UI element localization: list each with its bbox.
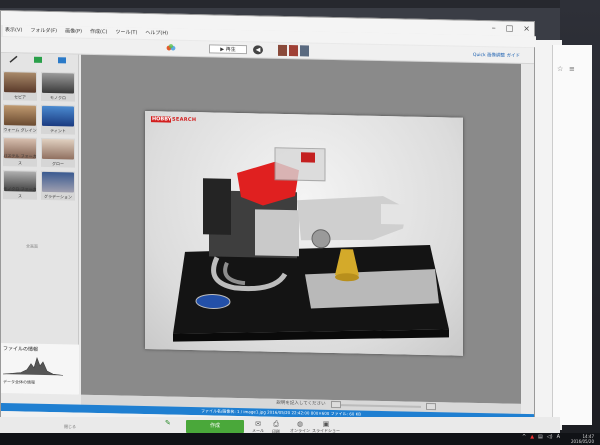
brand-mark: HOBBY (151, 116, 172, 123)
online-button[interactable]: ◍ オンライン (290, 420, 310, 434)
panel-sub-label: 全画面 (26, 243, 38, 249)
brush-icon[interactable] (9, 55, 19, 63)
menu-folder[interactable]: フォルダ(F) (30, 26, 57, 38)
histogram-chart (3, 356, 63, 376)
quick-adjust-guide-link[interactable]: Quick 画像調整 ガイド (473, 52, 520, 59)
filmstrip-thumb-1[interactable] (278, 44, 287, 57)
background-browser-window[interactable]: ☆ ≡ (552, 45, 592, 425)
play-label: 再生 (225, 46, 236, 53)
email-button[interactable]: ✉ メール (252, 420, 264, 434)
network-icon[interactable]: ▤ (538, 434, 543, 440)
filter-glow[interactable]: グロー (41, 137, 75, 168)
filter-label: グロー (52, 161, 64, 167)
menu-view[interactable]: 表示(V) (5, 25, 22, 36)
filter-pastel-focus[interactable]: パステル フォーカス (3, 137, 37, 167)
brand-logo: HOBBY SEARCH (151, 116, 196, 123)
close-icon[interactable]: × (523, 24, 530, 33)
filter-label: モノクロ (50, 95, 66, 101)
maximize-icon[interactable]: □ (506, 24, 514, 33)
text-tab-icon[interactable] (57, 56, 67, 64)
actual-size-button[interactable] (426, 402, 436, 411)
action-bar: 閉じる ✎ 作成 ✉ メール ⎙ 印刷 ◍ オンライン ▣ スライドショー (0, 417, 560, 434)
printer-icon: ⎙ (273, 420, 279, 428)
monitor-bezel (0, 0, 600, 8)
menu-image[interactable]: 画像(P) (65, 26, 82, 37)
fit-view-button[interactable] (331, 400, 341, 409)
globe-icon: ◍ (296, 420, 304, 428)
photo-app-window: – □ × 表示(V) フォルダ(F) 画像(P) 作成(C) ツール(T) ヘ… (0, 10, 536, 433)
back-arrow-icon[interactable]: ◀ (253, 45, 263, 55)
filter-sepia[interactable]: セピア (3, 71, 37, 101)
filter-thumbnail-grid: セピア モノクロ ウォーム グレイン ティント パステル フォーカス グロー モ… (3, 71, 75, 201)
ime-indicator[interactable]: A (557, 434, 560, 440)
windows-taskbar: ^ ▲ ▤ ◁) A 14:47 2016/05/20 (0, 433, 600, 445)
filter-label: グラデーション (44, 193, 72, 200)
favorites-list-icon[interactable]: ≡ (569, 65, 575, 73)
filmstrip-thumb-3[interactable] (300, 45, 309, 57)
color-wheel-icon[interactable] (166, 43, 176, 52)
file-info-note: データ全体の情報 (3, 379, 35, 385)
main-photo: HOBBY SEARCH (145, 111, 463, 356)
play-icon: ▶ (220, 46, 225, 53)
filter-label: ウォーム グレイン (3, 127, 37, 133)
filter-tint[interactable]: ティント (41, 104, 75, 135)
filter-mono-focus[interactable]: モノクロ フォーカス (3, 170, 37, 200)
minimize-icon[interactable]: – (492, 23, 496, 32)
favorite-star-icon[interactable]: ☆ (557, 65, 563, 73)
create-button[interactable]: 作成 (186, 420, 244, 433)
close-action[interactable]: 閉じる (64, 424, 76, 430)
filmstrip-thumb-2[interactable] (289, 45, 298, 57)
window-controls: – □ × (492, 23, 530, 33)
play-slideshow-button[interactable]: ▶ 再生 (209, 44, 247, 55)
filter-monochrome[interactable]: モノクロ (41, 71, 75, 102)
engine-model-illustration (173, 147, 449, 342)
envelope-icon: ✉ (255, 420, 261, 428)
slideshow-button[interactable]: ▣ スライドショー (312, 420, 340, 434)
filter-label: モノクロ フォーカス (3, 186, 37, 199)
clock-date: 2016/05/20 (570, 439, 594, 444)
filter-warm-grain[interactable]: ウォーム グレイン (3, 104, 37, 134)
menu-help[interactable]: ヘルプ(H) (145, 28, 168, 39)
tool-tabs (1, 53, 78, 67)
menu-create[interactable]: 作成(C) (90, 27, 107, 38)
filter-label: パステル フォーカス (3, 153, 37, 166)
up-arrow-icon[interactable]: ^ (522, 434, 526, 440)
brand-text: SEARCH (172, 116, 197, 124)
effects-tab-icon[interactable] (33, 56, 43, 64)
filter-label: ティント (50, 128, 66, 134)
security-icon[interactable]: ▲ (530, 434, 534, 440)
menu-tools[interactable]: ツール(T) (115, 27, 137, 38)
slideshow-icon: ▣ (322, 420, 330, 428)
file-info-title: ファイルの情報 (3, 346, 39, 353)
filter-gradation[interactable]: グラデーション (41, 170, 75, 201)
filter-label: セピア (14, 94, 26, 100)
left-panel: セピア モノクロ ウォーム グレイン ティント パステル フォーカス グロー モ… (1, 53, 79, 395)
file-info-section: ファイルの情報 データ全体の情報 (1, 343, 79, 395)
volume-icon[interactable]: ◁) (547, 434, 553, 440)
image-canvas[interactable]: HOBBY SEARCH (81, 54, 521, 404)
system-clock[interactable]: 14:47 2016/05/20 (571, 434, 594, 444)
edit-icon[interactable]: ✎ (165, 419, 171, 427)
